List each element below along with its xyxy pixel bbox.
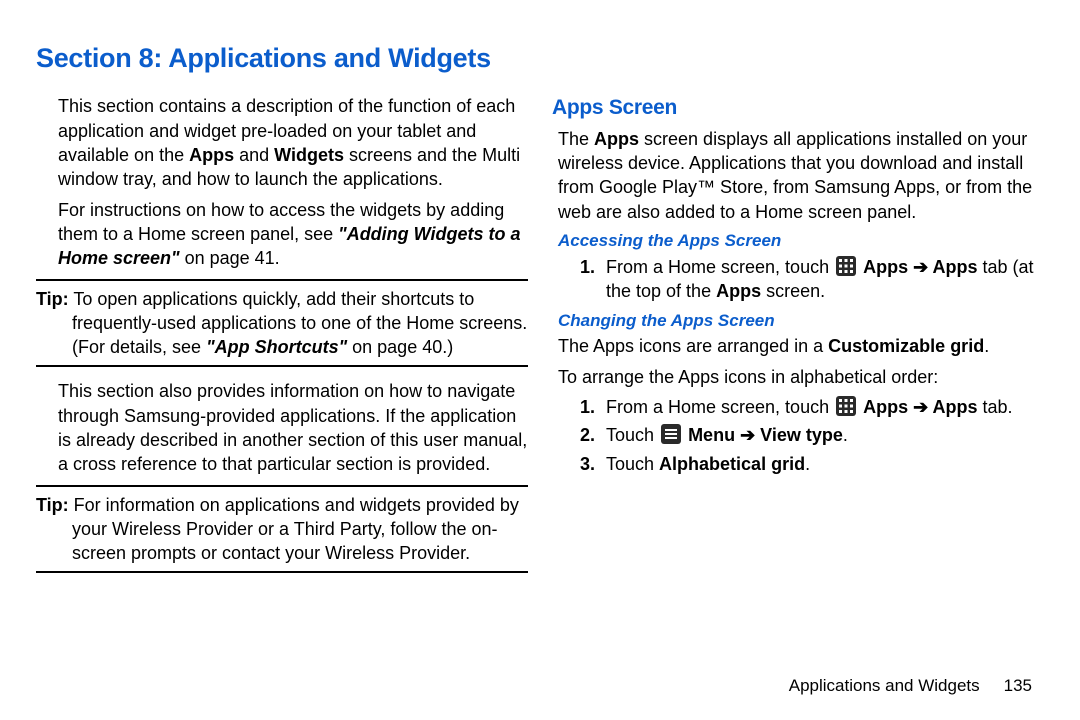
bold-customizable-grid: Customizable grid [828, 336, 984, 356]
left-column: This section contains a description of t… [36, 94, 528, 585]
step-body: From a Home screen, touch Apps ➔ Apps ta… [606, 395, 1044, 419]
tip-label: Tip: [36, 495, 69, 515]
step-body: Touch Menu ➔ View type. [606, 423, 1044, 447]
tip-box-1: Tip: To open applications quickly, add t… [36, 279, 528, 368]
text: From a Home screen, touch [606, 397, 834, 417]
page-number: 135 [1004, 676, 1032, 695]
footer-section: Applications and Widgets [789, 676, 980, 695]
bold-widgets: Widgets [274, 145, 344, 165]
text: . [805, 454, 810, 474]
step-body: Touch Alphabetical grid. [606, 452, 1044, 476]
arrow-icon: ➔ [908, 257, 932, 277]
step-item: 1. From a Home screen, touch Apps ➔ Apps… [552, 395, 1044, 419]
bold-menu: Menu [688, 425, 735, 445]
intro-paragraph-2: For instructions on how to access the wi… [36, 198, 528, 271]
bold-alphabetical-grid: Alphabetical grid [659, 454, 805, 474]
bold-apps: Apps [863, 397, 908, 417]
step-number: 3. [580, 452, 606, 476]
arrange-paragraph: To arrange the Apps icons in alphabetica… [552, 365, 1044, 389]
heading-apps-screen: Apps Screen [552, 94, 1044, 122]
bold-apps: Apps [863, 257, 908, 277]
intro-paragraph-1: This section contains a description of t… [36, 94, 528, 191]
bold-apps: Apps [189, 145, 234, 165]
tip-box-2: Tip: For information on applications and… [36, 485, 528, 574]
text: The [558, 129, 594, 149]
text: on page 41. [180, 248, 280, 268]
text: Touch [606, 454, 659, 474]
step-number: 1. [580, 395, 606, 419]
text: For information on applications and widg… [69, 495, 519, 564]
text: screen. [761, 281, 825, 301]
right-column: Apps Screen The Apps screen displays all… [552, 94, 1044, 585]
step-item: 3. Touch Alphabetical grid. [552, 452, 1044, 476]
heading-changing-apps: Changing the Apps Screen [552, 310, 1044, 333]
bold-apps-tab: Apps [933, 397, 978, 417]
text: . [984, 336, 989, 356]
bold-apps-tab: Apps [933, 257, 978, 277]
heading-accessing-apps: Accessing the Apps Screen [552, 230, 1044, 253]
apps-grid-icon [836, 256, 856, 276]
xref-app-shortcuts: "App Shortcuts" [206, 337, 347, 357]
text: . [843, 425, 848, 445]
step-item: 2. Touch Menu ➔ View type. [552, 423, 1044, 447]
arrow-icon: ➔ [735, 425, 760, 445]
intro-paragraph-3: This section also provides information o… [36, 379, 528, 476]
two-column-layout: This section contains a description of t… [36, 94, 1044, 585]
step-body: From a Home screen, touch Apps ➔ Apps ta… [606, 255, 1044, 304]
menu-icon [661, 424, 681, 444]
apps-screen-paragraph: The Apps screen displays all application… [552, 127, 1044, 224]
tip-label: Tip: [36, 289, 69, 309]
text: and [234, 145, 274, 165]
section-title: Section 8: Applications and Widgets [36, 40, 1044, 76]
grid-paragraph: The Apps icons are arranged in a Customi… [552, 334, 1044, 358]
page-footer: Applications and Widgets 135 [789, 675, 1032, 698]
text: on page 40.) [347, 337, 453, 357]
text: From a Home screen, touch [606, 257, 834, 277]
step-number: 1. [580, 255, 606, 304]
step-item: 1. From a Home screen, touch Apps ➔ Apps… [552, 255, 1044, 304]
text: Touch [606, 425, 659, 445]
bold-view-type: View type [760, 425, 843, 445]
apps-grid-icon [836, 396, 856, 416]
step-number: 2. [580, 423, 606, 447]
text: tab. [978, 397, 1013, 417]
arrow-icon: ➔ [908, 397, 932, 417]
bold-apps: Apps [716, 281, 761, 301]
bold-apps: Apps [594, 129, 639, 149]
text: The Apps icons are arranged in a [558, 336, 828, 356]
